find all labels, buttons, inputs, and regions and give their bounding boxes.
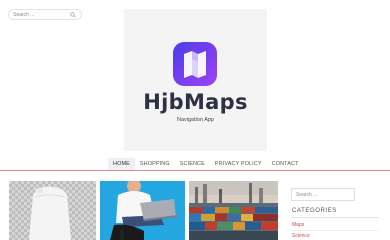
post-thumbnail-1[interactable] bbox=[9, 181, 96, 240]
search-icon[interactable] bbox=[70, 12, 76, 18]
nav-divider bbox=[0, 170, 390, 171]
categories-divider bbox=[291, 217, 379, 218]
white-pouch-package-image[interactable] bbox=[9, 181, 96, 240]
categories-heading: CATEGORIES bbox=[292, 208, 337, 214]
header-search-input[interactable] bbox=[13, 11, 69, 19]
nav-item-contact[interactable]: CONTACT bbox=[267, 158, 304, 170]
site-title[interactable]: HjbMaps bbox=[124, 90, 267, 114]
post-thumbnail-3[interactable] bbox=[189, 181, 278, 240]
nav-item-home[interactable]: HOME bbox=[108, 158, 135, 170]
person-with-laptop-image[interactable] bbox=[100, 181, 185, 240]
main-nav: HOME SHOPPING SCIENCE PRIVACY POLICY CON… bbox=[108, 158, 304, 170]
category-separator bbox=[291, 230, 379, 231]
header-search-box[interactable] bbox=[8, 9, 82, 20]
category-link-maps[interactable]: Maps bbox=[292, 222, 304, 228]
folded-map-icon bbox=[173, 42, 217, 86]
nav-item-privacy-policy[interactable]: PRIVACY POLICY bbox=[210, 158, 267, 170]
sidebar-search-box[interactable] bbox=[291, 188, 355, 201]
post-thumbnail-2[interactable] bbox=[100, 181, 185, 240]
sidebar-search-input[interactable] bbox=[296, 191, 352, 199]
site-tagline: Navigation App bbox=[177, 117, 214, 123]
container-port-image[interactable] bbox=[189, 181, 278, 240]
category-link-science[interactable]: Science bbox=[292, 233, 310, 239]
site-logo[interactable]: HjbMaps Navigation App bbox=[124, 9, 267, 151]
nav-item-science[interactable]: SCIENCE bbox=[175, 158, 210, 170]
nav-item-shopping[interactable]: SHOPPING bbox=[135, 158, 175, 170]
